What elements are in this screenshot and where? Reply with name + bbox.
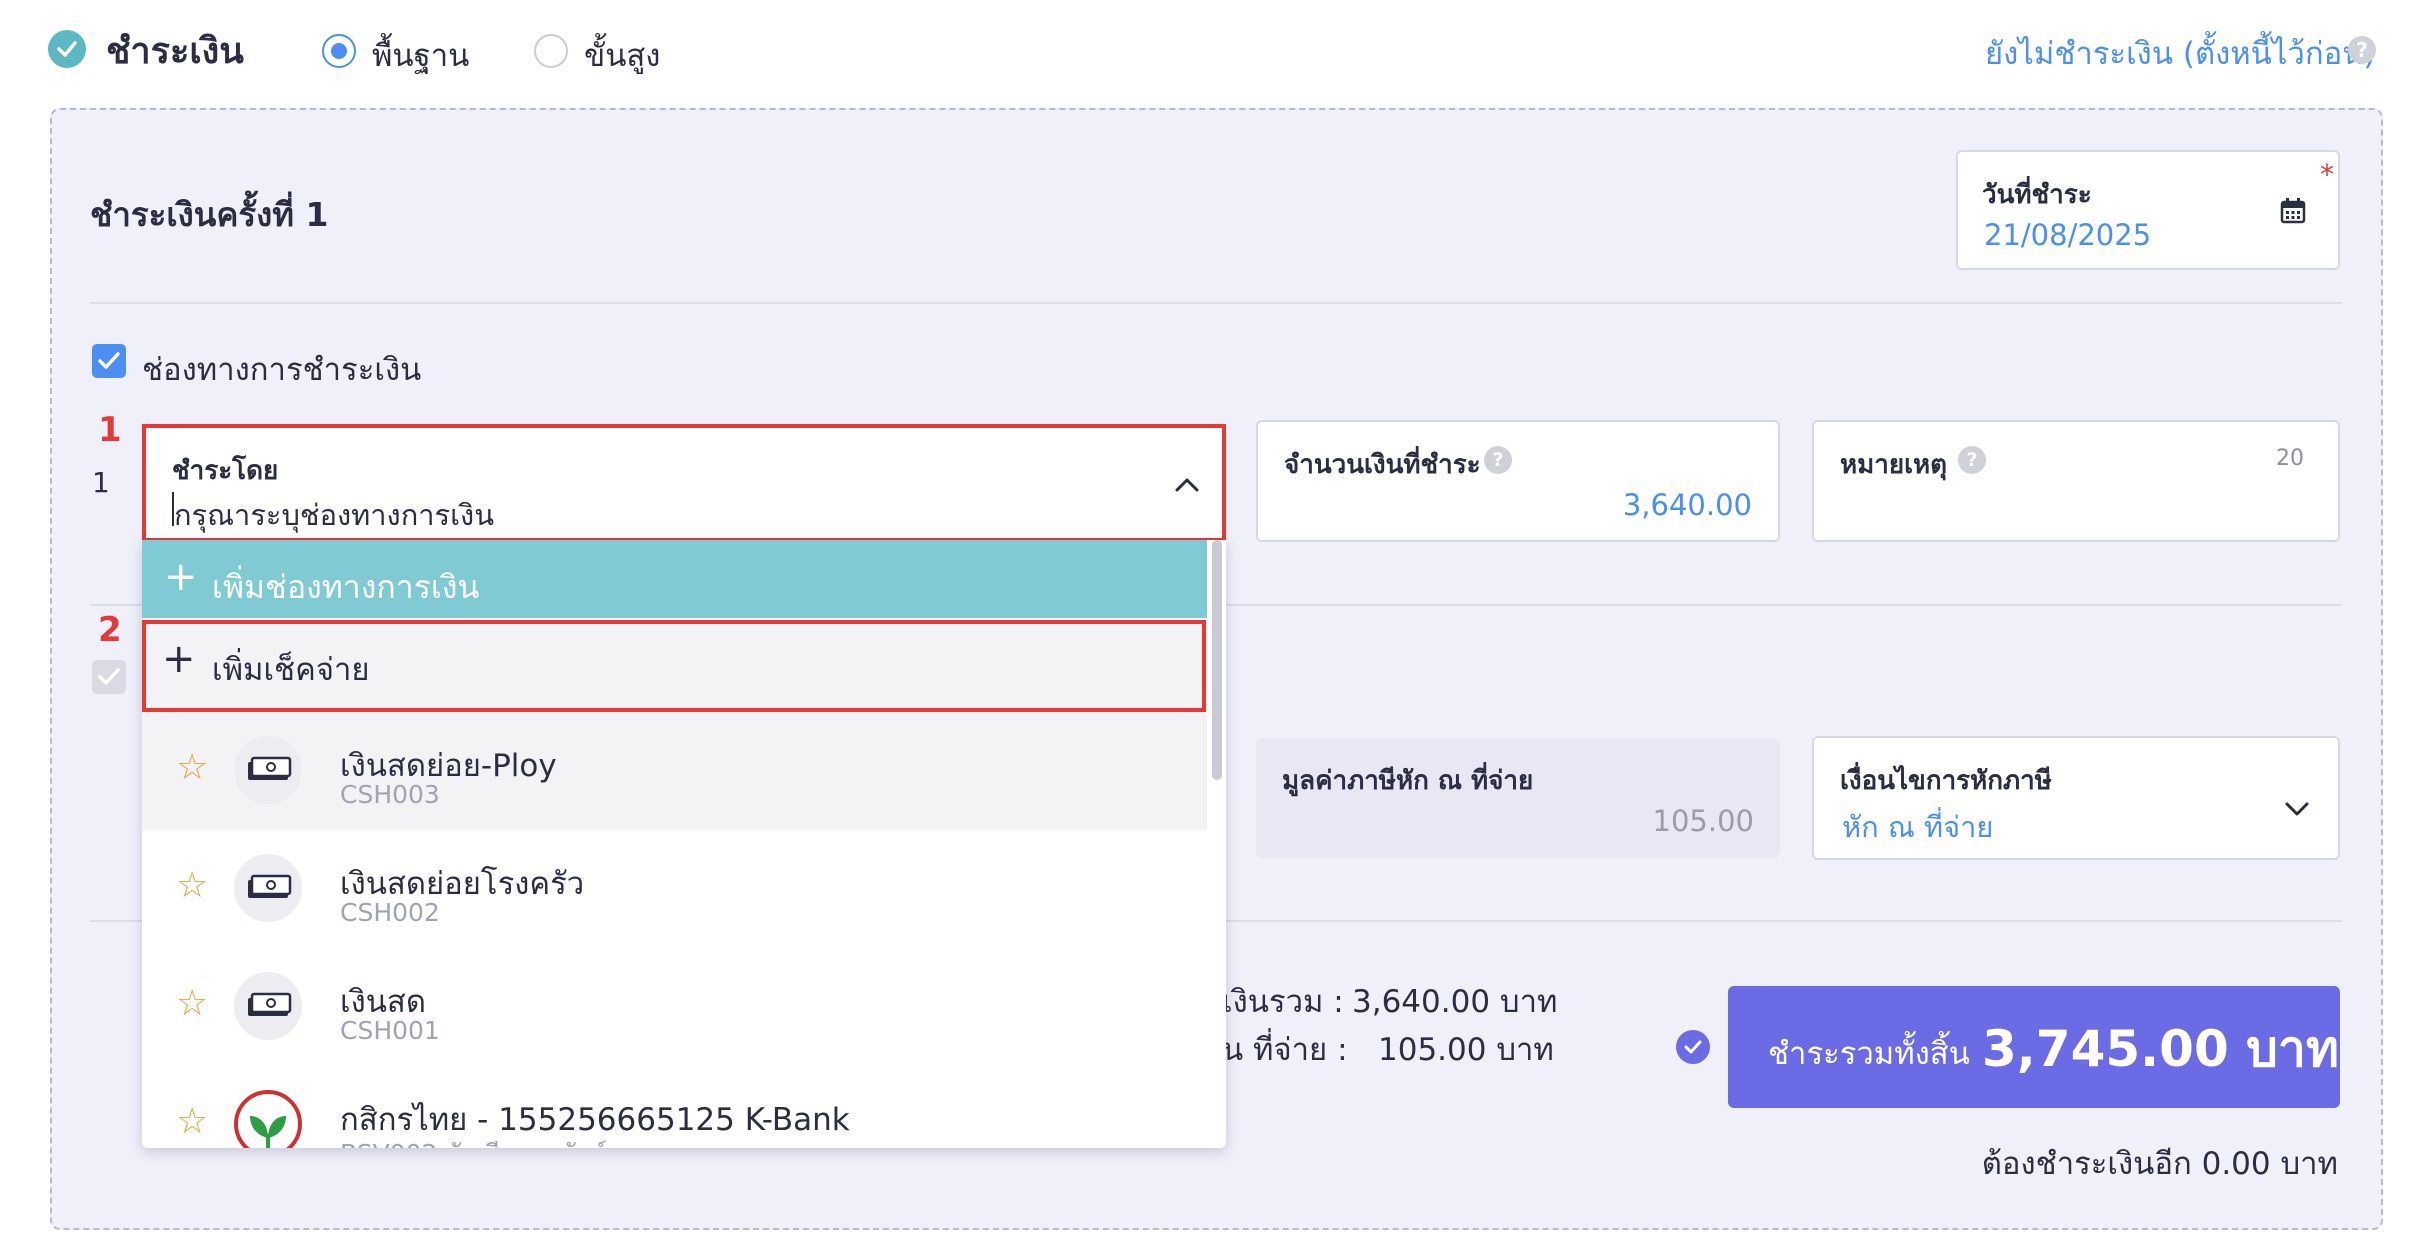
pay-total-amount: 3,745.00 บาท [1982, 1020, 2339, 1078]
row-index: 1 [92, 466, 110, 499]
chevron-down-icon[interactable] [2284, 800, 2310, 822]
item-code: CSH001 [340, 1016, 440, 1045]
favorite-star-icon[interactable]: ☆ [176, 986, 208, 1022]
sum-label: เงินรวม : [1222, 984, 1344, 1020]
add-channel-option[interactable]: + เพิ่มช่องทางการเงิน [142, 540, 1207, 618]
note-label: หมายเหตุ [1840, 450, 1948, 480]
scrollbar-thumb[interactable] [1212, 540, 1222, 780]
wht-value: 105.00 บาท [1378, 1032, 1554, 1068]
list-item[interactable]: ☆ เงินสดย่อย-Ploy CSH003 [142, 712, 1207, 830]
note-char-counter: 20 [2276, 446, 2304, 471]
favorite-star-icon[interactable]: ☆ [176, 750, 208, 786]
withholding-value: 105.00 [1652, 804, 1754, 838]
annotation-frame-2 [142, 620, 1206, 712]
mode-advanced-radio[interactable] [534, 34, 568, 68]
payment-date-label: วันที่ชำระ [1982, 180, 2092, 210]
pay-total-label: ชำระรวมทั้งสิ้น [1768, 1036, 1970, 1072]
cash-icon [234, 736, 302, 804]
note-help-icon[interactable]: ? [1958, 446, 1986, 474]
amount-help-icon[interactable]: ? [1484, 446, 1512, 474]
withholding-value-label: มูลค่าภาษีหัก ณ ที่จ่าย [1282, 766, 1534, 796]
divider [90, 302, 2342, 304]
cash-icon [234, 854, 302, 922]
payment-date-field[interactable]: วันที่ชำระ 21/08/2025 [1956, 150, 2340, 270]
withholding-condition-value[interactable]: หัก ณ ที่จ่าย [1842, 804, 1993, 850]
remaining-amount: ต้องชำระเงินอีก 0.00 บาท [1981, 1146, 2338, 1182]
favorite-star-icon[interactable]: ☆ [176, 1104, 208, 1140]
add-channel-label: เพิ่มช่องทางการเงิน [212, 568, 480, 606]
pay-total-button[interactable]: ชำระรวมทั้งสิ้น 3,745.00 บาท [1728, 986, 2340, 1108]
confirm-check-icon[interactable] [1676, 1030, 1710, 1064]
plus-icon: + [164, 554, 198, 600]
payment-enabled-check-icon[interactable] [48, 30, 86, 68]
calendar-icon[interactable] [2280, 198, 2306, 228]
amount-value[interactable]: 3,640.00 [1623, 488, 1752, 522]
favorite-star-icon[interactable]: ☆ [176, 868, 208, 904]
note-field[interactable]: หมายเหตุ ? 20 [1812, 420, 2340, 542]
mode-advanced-label[interactable]: ขั้นสูง [584, 30, 660, 80]
wht-label: น ที่จ่าย : [1222, 1032, 1348, 1068]
annotation-marker-2: 2 [98, 610, 122, 650]
payment-channel-label: ช่องทางการชำระเงิน [142, 352, 422, 388]
unpaid-link[interactable]: ยังไม่ชำระเงิน (ตั้งหนี้ไว้ก่อน) [1985, 28, 2376, 78]
withholding-condition-label: เงื่อนไขการหักภาษี [1840, 766, 2052, 796]
kbank-logo-icon [234, 1090, 302, 1148]
amount-field[interactable]: จำนวนเงินที่ชำระ ? 3,640.00 [1256, 420, 1780, 542]
list-item[interactable]: ☆ เงินสด CSH001 [142, 948, 1207, 1066]
required-marker: * [2320, 158, 2334, 191]
amount-label: จำนวนเงินที่ชำระ [1284, 450, 1481, 480]
payment-date-value[interactable]: 21/08/2025 [1984, 218, 2151, 252]
withholding-checkbox[interactable] [92, 660, 126, 694]
item-code: BSV002 บัญชีออมทรัพย์ [340, 1134, 607, 1148]
mode-basic-label[interactable]: พื้นฐาน [372, 30, 469, 80]
help-icon[interactable]: ? [2348, 36, 2376, 64]
mode-basic-radio[interactable] [322, 34, 356, 68]
sum-value: 3,640.00 บาท [1352, 984, 1558, 1020]
section-title: ชำระเงิน [106, 31, 244, 72]
payment-round-title: ชำระเงินครั้งที่ 1 [90, 195, 329, 234]
item-code: CSH003 [340, 780, 440, 809]
annotation-marker-1: 1 [98, 410, 122, 450]
cash-icon [234, 972, 302, 1040]
item-code: CSH002 [340, 898, 440, 927]
list-item[interactable]: ☆ เงินสดย่อยโรงครัว CSH002 [142, 830, 1207, 948]
list-item[interactable]: ☆ กสิกรไทย - 155256665125 K-Bank BSV002 … [142, 1066, 1207, 1148]
payment-channel-checkbox[interactable] [92, 344, 126, 378]
annotation-frame-1 [142, 424, 1226, 542]
withholding-condition-select[interactable]: เงื่อนไขการหักภาษี หัก ณ ที่จ่าย [1812, 736, 2340, 860]
withholding-value-field: มูลค่าภาษีหัก ณ ที่จ่าย 105.00 [1256, 738, 1780, 858]
dropdown-scrollbar[interactable] [1210, 540, 1224, 780]
